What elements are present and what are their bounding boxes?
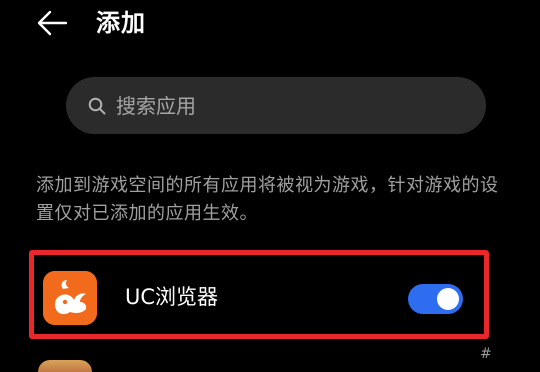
search-icon (88, 97, 106, 115)
arrow-left-icon (37, 10, 68, 36)
game-toggle-switch[interactable] (408, 284, 463, 314)
uc-browser-icon (43, 271, 97, 325)
page-title: 添加 (96, 9, 146, 37)
toggle-knob (437, 288, 459, 310)
search-box[interactable] (66, 77, 486, 134)
back-button[interactable] (30, 5, 74, 41)
header: 添加 (0, 0, 540, 50)
corner-mark: # (480, 346, 492, 362)
next-app-icon[interactable] (38, 360, 92, 372)
app-name: UC浏览器 (125, 285, 219, 309)
search-input[interactable] (116, 93, 456, 118)
app-row-uc-browser[interactable]: UC浏览器 (29, 250, 489, 339)
description-text: 添加到游戏空间的所有应用将被视为游戏，针对游戏的设置仅对已添加的应用生效。 (36, 175, 499, 224)
screen: 添加 添加到游戏空间的所有应用将被视为游戏，针对游戏的设置仅对已添加的应用生效。… (0, 0, 540, 372)
